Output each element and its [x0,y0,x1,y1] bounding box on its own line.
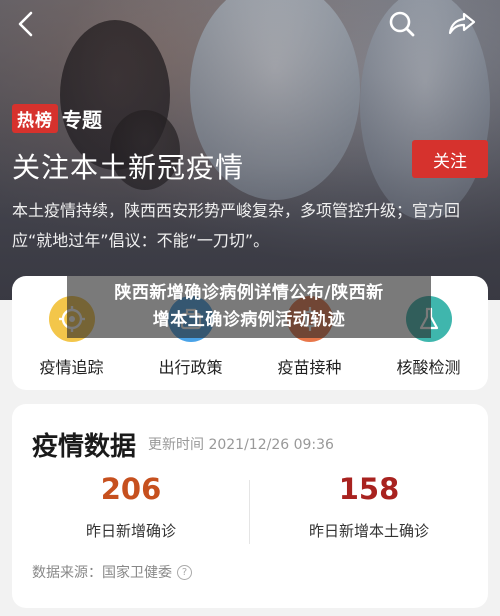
hot-list-badge: 热榜 [12,104,58,133]
chevron-left-icon [18,11,33,37]
nav-item-label: 出行政策 [158,358,223,377]
back-button[interactable] [10,8,42,40]
topic-label: 专题 [62,108,102,132]
share-button[interactable] [446,8,478,40]
data-card-title: 疫情数据 [32,432,137,462]
topic-tag-row: 热榜 专题 [12,104,102,133]
help-icon[interactable]: ? [177,564,192,580]
nav-item-label: 疫苗接种 [277,358,342,377]
news-headline-overlay[interactable]: 陕西新增确诊病例详情公布/陕西新 增本土确诊病例活动轨迹 [67,276,431,338]
search-icon [389,11,415,37]
stat-label: 昨日新增确诊 [85,522,176,540]
stat-value: 206 [100,472,162,506]
nav-item-label: 疫情追踪 [39,358,104,377]
data-source: 数据来源：国家卫健委 ? [32,562,192,582]
search-button[interactable] [386,8,418,40]
stat-label: 昨日新增本土确诊 [308,522,429,540]
topic-description: 本土疫情持续，陕西西安形势严峻复杂，多项管控升级；官方回应“就地过年”倡议：不能… [12,201,461,250]
nav-item-label: 核酸检测 [396,358,461,377]
headline-line-1: 陕西新增确诊病例详情公布/陕西新 [114,283,384,303]
page-title: 关注本土新冠疫情 [12,151,245,184]
stat-value: 158 [338,472,400,506]
share-icon [448,12,476,35]
update-timestamp: 更新时间 2021/12/26 09:36 [148,437,334,453]
data-source-text: 数据来源：国家卫健委 [32,565,172,581]
stat-new-confirmed: 206 昨日新增确诊 [12,472,250,541]
epidemic-data-card: 疫情数据 更新时间 2021/12/26 09:36 206 昨日新增确诊 15… [12,404,488,608]
stat-new-local-confirmed: 158 昨日新增本土确诊 [250,472,488,541]
headline-line-2: 增本土确诊病例活动轨迹 [152,310,346,330]
follow-button[interactable]: 关注 [412,140,488,178]
